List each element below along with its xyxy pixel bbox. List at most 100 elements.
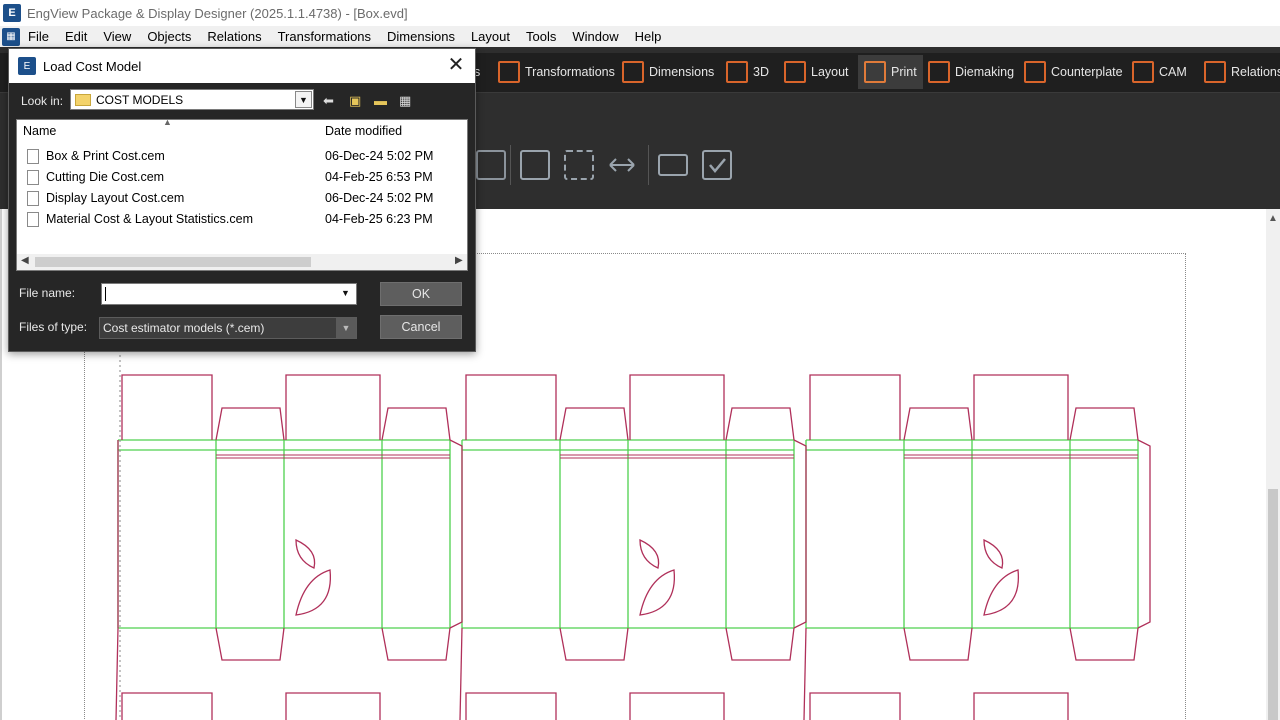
menu-tools[interactable]: Tools [526,29,556,44]
dialog-title-bar: E Load Cost Model ✕ [9,49,475,83]
tab-print[interactable]: Print [858,55,923,89]
tab-3d[interactable]: 3D [726,55,769,89]
file-row[interactable]: Material Cost & Layout Statistics.cem 04… [17,209,467,230]
save-icon[interactable] [476,150,506,180]
look-in-select[interactable]: COST MODELS ▼ [70,89,314,110]
layout-icon [784,61,806,83]
horizontal-scrollbar[interactable]: ◀ ▶ [17,254,467,270]
window-title: EngView Package & Display Designer (2025… [27,5,408,21]
column-header-date[interactable]: Date modified [325,124,402,138]
file-icon [27,191,39,206]
load-cost-model-dialog: E Load Cost Model ✕ Look in: COST MODELS… [8,48,476,352]
tab-dimensions[interactable]: Dimensions [622,55,714,89]
transformations-icon [498,61,520,83]
tab-diemaking[interactable]: Diemaking [928,55,1014,89]
back-arrow-icon[interactable]: ⬅ [323,93,334,109]
files-of-type-label: Files of type: [19,320,88,334]
chevron-down-icon[interactable]: ▼ [295,91,312,108]
file-row[interactable]: Box & Print Cost.cem 06-Dec-24 5:02 PM [17,146,467,167]
bottom-flap [809,692,901,720]
diemaking-icon [928,61,950,83]
glue-flap [449,439,463,629]
menu-dimensions[interactable]: Dimensions [387,29,455,44]
leaf-cutout [295,538,316,569]
tab-label: Dimensions [649,65,715,79]
counterplate-icon [1024,61,1046,83]
file-row[interactable]: Cutting Die Cost.cem 04-Feb-25 6:53 PM [17,167,467,188]
chevron-down-icon[interactable]: ▼ [336,318,356,338]
3d-icon [726,61,748,83]
tab-label: Print [891,65,917,79]
tab-label: Relations [1231,65,1280,79]
checkbox-icon[interactable] [702,150,732,180]
tab-label: Transformations [525,65,615,79]
file-icon [27,149,39,164]
print-icon [864,61,886,83]
tab-label: Layout [811,65,849,79]
menu-relations[interactable]: Relations [207,29,261,44]
bottom-dust-flap [725,627,795,661]
scrollbar-thumb[interactable] [35,257,311,267]
bottom-dust-flap [381,627,451,661]
scroll-left-icon[interactable]: ◀ [21,255,29,266]
bottom-flap [973,692,1069,720]
tab-cam[interactable]: CAM [1132,55,1187,89]
sort-indicator-icon: ▲ [163,117,172,127]
top-flap [629,374,725,440]
up-folder-icon[interactable]: ▣ [349,93,361,109]
tab-layout[interactable]: Layout [784,55,849,89]
menu-file[interactable]: File [28,29,49,44]
tab-counterplate[interactable]: Counterplate [1024,55,1123,89]
bottom-edge [803,627,807,720]
bottom-edge [115,627,119,720]
chevron-down-icon[interactable]: ▼ [337,285,354,302]
column-header-name[interactable]: Name [23,124,56,138]
file-list[interactable]: ▲ Name Date modified Box & Print Cost.ce… [16,117,468,271]
document-icon[interactable]: ▦ [2,27,20,46]
tab-relations[interactable]: Relations [1204,55,1280,89]
menu-window[interactable]: Window [572,29,618,44]
menu-view[interactable]: View [103,29,131,44]
menu-layout[interactable]: Layout [471,29,510,44]
bottom-dust-flap [1069,627,1139,661]
tab-label: 3D [753,65,769,79]
leaf-cutout [983,538,1004,569]
file-row[interactable]: Display Layout Cost.cem 06-Dec-24 5:02 P… [17,188,467,209]
select-bounds-icon[interactable] [564,150,594,180]
file-name-input[interactable]: ▼ [101,283,357,305]
file-date: 06-Dec-24 5:02 PM [325,149,434,163]
bottom-dust-flap [559,627,629,661]
tab-label: CAM [1159,65,1187,79]
files-of-type-value: Cost estimator models (*.cem) [103,321,265,335]
new-folder-icon[interactable]: ▬ [374,93,387,108]
menu-edit[interactable]: Edit [65,29,87,44]
file-icon [27,170,39,185]
toolbar-separator [510,145,511,185]
top-dust-flap [725,407,795,441]
close-icon[interactable]: ✕ [445,54,467,76]
stretch-icon[interactable] [607,150,637,180]
menu-help[interactable]: Help [635,29,662,44]
tab-transformations[interactable]: Transformations [498,55,615,89]
top-dust-flap [215,407,285,441]
look-in-label: Look in: [21,94,64,108]
bottom-flap [465,692,557,720]
menu-transformations[interactable]: Transformations [278,29,371,44]
select-frame-icon[interactable] [520,150,550,180]
cancel-button[interactable]: Cancel [380,315,462,339]
dialog-title: Load Cost Model [43,58,142,74]
files-of-type-select[interactable]: Cost estimator models (*.cem) ▼ [99,317,357,339]
file-icon [27,212,39,227]
ok-button[interactable]: OK [380,282,462,306]
dialog-app-icon: E [18,57,36,75]
leaf-cutout [639,538,660,569]
top-flap [973,374,1069,440]
table-icon[interactable] [658,154,688,176]
file-name: Display Layout Cost.cem [46,191,185,205]
view-menu-icon[interactable]: ▦ [399,93,411,109]
file-date: 06-Dec-24 5:02 PM [325,191,434,205]
scroll-right-icon[interactable]: ▶ [455,255,463,266]
top-flap [465,374,557,440]
menu-bar: ▦ File Edit View Objects Relations Trans… [0,26,1280,47]
menu-objects[interactable]: Objects [147,29,191,44]
